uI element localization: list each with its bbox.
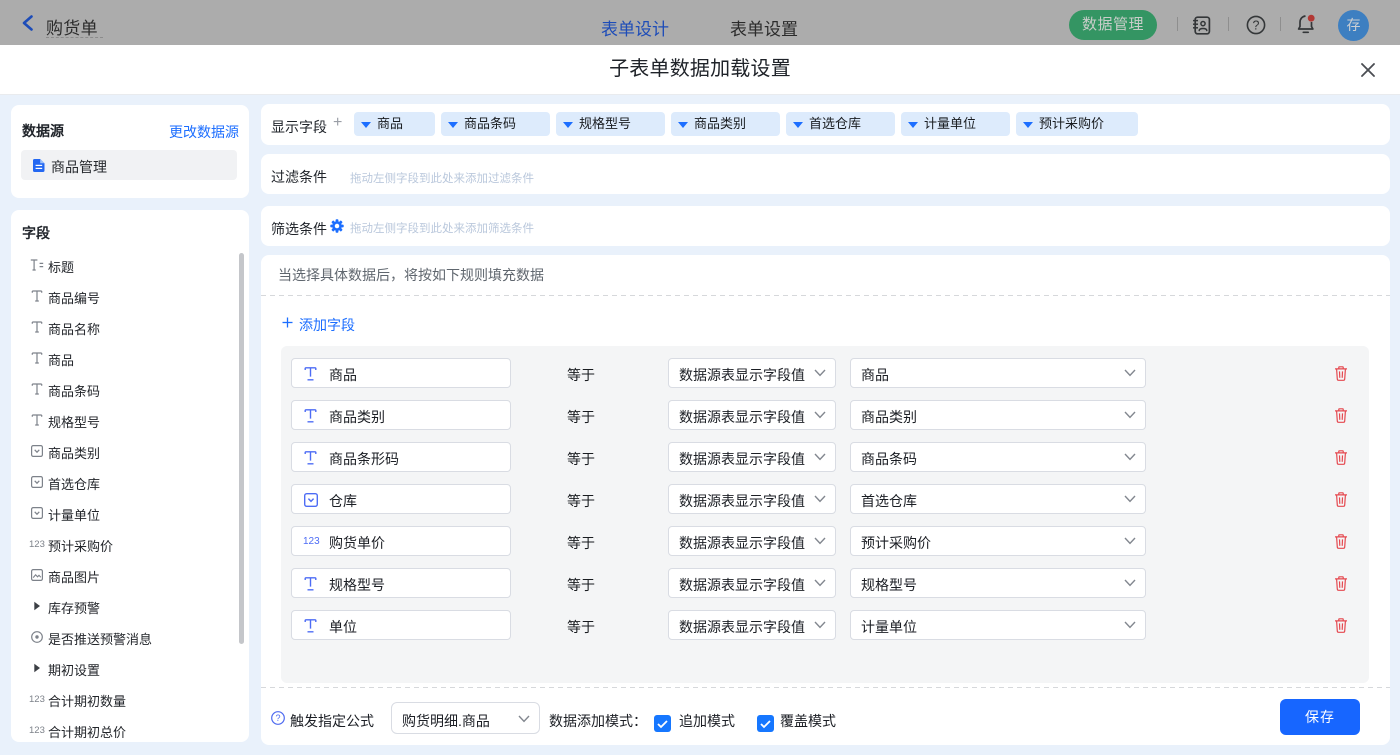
- svg-text:?: ?: [1253, 19, 1260, 33]
- svg-text:?: ?: [275, 713, 280, 723]
